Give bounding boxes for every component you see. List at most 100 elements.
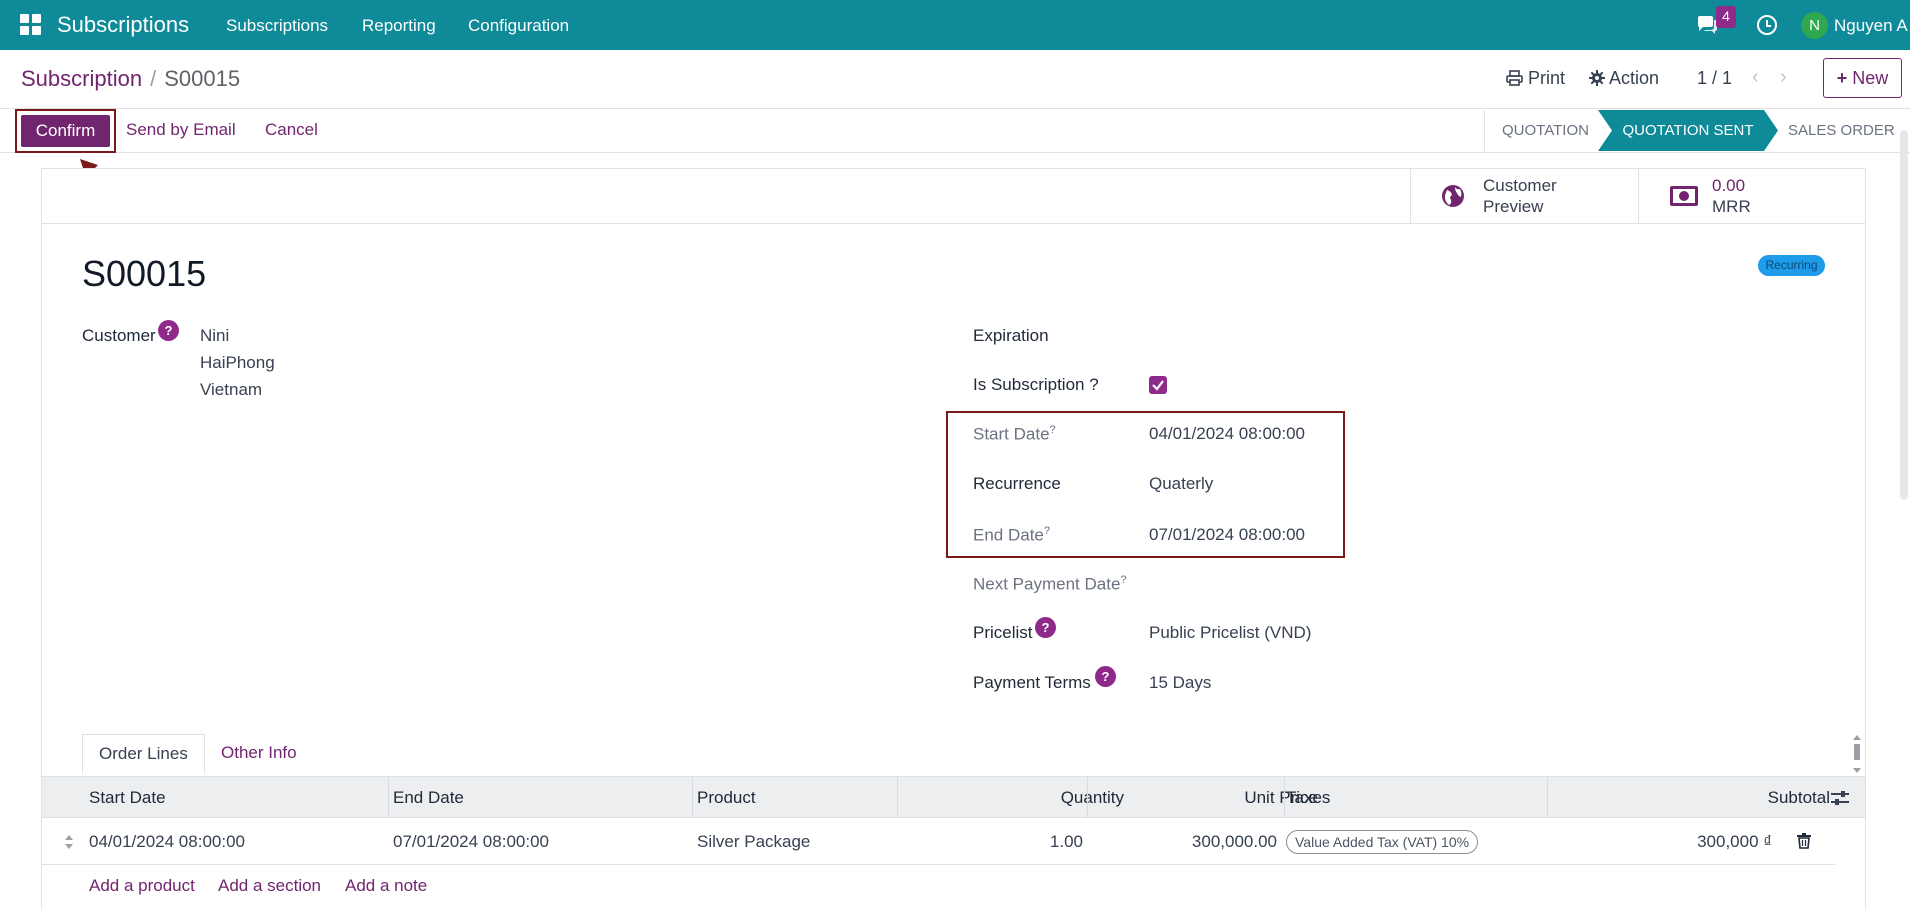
is-subscription-checkbox[interactable] [1149,376,1167,394]
mrr-button[interactable]: 0.00 MRR [1638,168,1866,224]
column-taxes[interactable]: Taxes [1286,777,1330,819]
pricelist-value[interactable]: Public Pricelist (VND) [1149,623,1311,643]
cancel-button[interactable]: Cancel [265,120,318,140]
row-product[interactable]: Silver Package [697,832,810,852]
breadcrumb: Subscription / S00015 [21,66,240,92]
customer-name[interactable]: Nini [200,326,229,346]
menu-reporting[interactable]: Reporting [362,16,436,36]
customer-city: HaiPhong [200,353,275,372]
user-name[interactable]: Nguyen A [1834,16,1908,36]
control-panel-divider [0,108,1910,109]
start-date-label-text: Start Date [973,424,1050,444]
pricelist-label: Pricelist [973,623,1033,642]
menu-configuration[interactable]: Configuration [468,16,569,36]
end-date-tooltip-mark[interactable]: ? [1044,525,1050,537]
end-date-label-text: End Date [973,525,1044,545]
row-end-date[interactable]: 07/01/2024 08:00:00 [393,832,549,852]
recurring-badge: Recurring [1758,255,1825,276]
next-payment-date-label: Next Payment Date? [973,574,1127,595]
row-quantity[interactable]: 1.00 [1050,832,1083,852]
notification-badge: 4 [1716,6,1736,28]
activity-clock-icon[interactable] [1757,15,1777,35]
stage-sales-order[interactable]: SALES ORDER [1788,110,1895,151]
status-stages: QUOTATION QUOTATION SENT SALES ORDER [1484,110,1910,151]
chat-icon[interactable] [1696,14,1718,34]
breadcrumb-parent[interactable]: Subscription [21,66,142,91]
trash-icon[interactable] [1797,833,1811,849]
pager-next-icon[interactable]: › [1780,66,1787,89]
column-quantity[interactable]: Quantity [1061,777,1124,819]
pager-previous-icon[interactable]: ‹ [1752,66,1759,89]
gear-icon [1589,70,1605,86]
money-icon [1670,186,1698,206]
start-date-tooltip-mark[interactable]: ? [1050,424,1056,436]
start-date-value[interactable]: 04/01/2024 08:00:00 [1149,424,1305,444]
tab-other-info[interactable]: Other Info [205,734,313,774]
customer-label: Customer [82,326,156,345]
new-button[interactable]: + New [1823,58,1902,98]
print-button[interactable]: Print [1506,68,1565,89]
action-button[interactable]: Action [1589,68,1659,89]
payment-terms-value[interactable]: 15 Days [1149,673,1211,693]
menu-subscriptions[interactable]: Subscriptions [226,16,328,36]
next-payment-tooltip-mark[interactable]: ? [1120,574,1126,586]
stage-quotation-sent[interactable]: QUOTATION SENT [1598,110,1778,151]
printer-icon [1506,70,1523,86]
next-payment-date-label-text: Next Payment Date [973,574,1121,594]
stage-quotation[interactable]: QUOTATION [1502,110,1589,151]
app-grid-icon[interactable] [20,14,42,36]
tab-order-lines[interactable]: Order Lines [82,734,205,774]
top-navbar: Subscriptions Subscriptions Reporting Co… [0,0,1910,50]
pricelist-help-icon[interactable]: ? [1035,617,1056,638]
customer-preview-line2: Preview [1483,197,1544,216]
plus-icon: + [1836,68,1848,88]
column-end-date[interactable]: End Date [393,777,464,819]
row-subtotal: 300,000 ₫ [1697,832,1772,851]
add-product-link[interactable]: Add a product [89,876,195,896]
end-date-value[interactable]: 07/01/2024 08:00:00 [1149,525,1305,545]
optional-columns-icon[interactable] [1830,789,1850,807]
inner-scrollbar[interactable] [1852,734,1862,774]
column-product[interactable]: Product [697,777,756,819]
is-subscription-label: Is Subscription ? [973,375,1099,394]
drag-handle-icon[interactable] [64,834,74,850]
action-label: Action [1609,68,1660,88]
add-note-link[interactable]: Add a note [345,876,427,896]
row-start-date[interactable]: 04/01/2024 08:00:00 [89,832,245,852]
mrr-value: 0.00 [1712,176,1746,195]
app-name[interactable]: Subscriptions [57,12,189,38]
expiration-label: Expiration [973,326,1049,345]
order-lines-header: Start Date End Date Product Quantity Uni… [42,776,1865,818]
recurrence-value[interactable]: Quaterly [1149,474,1213,494]
row-unit-price[interactable]: 300,000.00 [1192,832,1277,852]
pager-value[interactable]: 1 / 1 [1697,68,1732,89]
new-label: New [1852,68,1889,88]
user-avatar[interactable]: N [1801,12,1828,39]
column-start-date[interactable]: Start Date [89,777,166,819]
check-icon [1152,380,1164,391]
confirm-button[interactable]: Confirm [21,115,110,147]
start-date-label: Start Date? [973,424,1056,445]
record-name[interactable]: S00015 [82,253,206,295]
breadcrumb-current: S00015 [164,66,241,91]
mrr-label: MRR [1712,197,1751,216]
globe-icon [1442,185,1464,207]
customer-help-icon[interactable]: ? [158,320,179,341]
breadcrumb-separator: / [150,66,157,91]
print-label: Print [1528,68,1566,88]
customer-preview-line1: Customer [1483,176,1557,195]
customer-preview-button[interactable]: Customer Preview [1410,168,1639,224]
recurrence-label: Recurrence [973,474,1061,493]
payment-terms-help-icon[interactable]: ? [1095,666,1116,687]
statusbar-divider [0,152,1910,153]
row-separator [42,864,1835,865]
end-date-label: End Date? [973,525,1050,546]
row-tax-tag[interactable]: Value Added Tax (VAT) 10% [1286,830,1479,854]
add-section-link[interactable]: Add a section [218,876,321,896]
send-by-email-button[interactable]: Send by Email [126,120,236,140]
customer-country: Vietnam [200,380,263,399]
column-subtotal[interactable]: Subtotal [1768,777,1830,819]
payment-terms-label: Payment Terms [973,673,1091,692]
smart-button-box: Customer Preview 0.00 MRR [1410,168,1866,224]
page-scrollbar[interactable] [1900,130,1908,500]
